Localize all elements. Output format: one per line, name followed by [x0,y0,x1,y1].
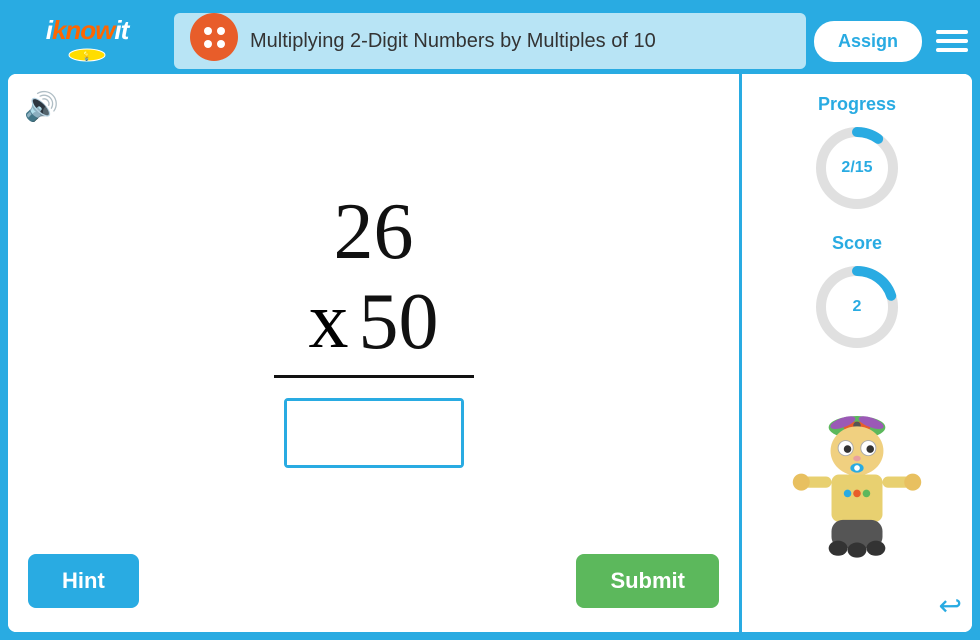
progress-value: 2/15 [841,159,872,177]
logo: iknowit 💡 [46,15,129,67]
header: iknowit 💡 Multiplying 2-D [8,8,972,74]
back-button[interactable]: ↩ [939,589,962,622]
math-problem: 26 x 50 [24,90,723,546]
robot-illustration [782,399,932,569]
lesson-title: Multiplying 2-Digit Numbers by Multiples… [250,30,656,53]
multiplier-row: x 50 [309,276,439,367]
dice-dot [204,40,212,48]
score-donut: 2 [812,262,902,352]
answer-box [284,398,464,468]
logo-text: iknowit [46,15,129,46]
bottom-buttons: Hint Submit [24,546,723,616]
score-label: Score [832,233,882,254]
header-right: Assign [814,21,972,62]
logo-bulb: 💡 [67,48,107,67]
hamburger-icon [936,30,968,52]
progress-donut: 2/15 [812,123,902,213]
bottom-number: 50 [359,278,439,366]
logo-area: iknowit 💡 [8,8,166,74]
submit-button[interactable]: Submit [576,554,719,608]
title-bar: Multiplying 2-Digit Numbers by Multiples… [174,13,806,69]
dice-dot [217,40,225,48]
robot-area [782,362,932,579]
menu-button[interactable] [932,26,972,56]
dice-icon [190,13,238,61]
dice-dot [217,27,225,35]
svg-text:💡: 💡 [81,50,92,61]
dice-dot [204,27,212,35]
operator: x [309,276,349,367]
right-panel: Progress 2/15 Score 2 [742,74,972,632]
score-section: Score 2 [812,233,902,352]
main-content: 🔊 26 x 50 Hint Submit Progress [8,74,972,632]
top-number: 26 [334,188,414,276]
question-panel: 🔊 26 x 50 Hint Submit [8,74,742,632]
underline-divider [274,375,474,378]
hint-button[interactable]: Hint [28,554,139,608]
answer-input[interactable] [287,401,461,465]
score-value: 2 [853,298,862,316]
progress-label: Progress [818,94,896,115]
assign-button[interactable]: Assign [814,21,922,62]
progress-section: Progress 2/15 [812,94,902,213]
sound-icon[interactable]: 🔊 [24,90,59,123]
